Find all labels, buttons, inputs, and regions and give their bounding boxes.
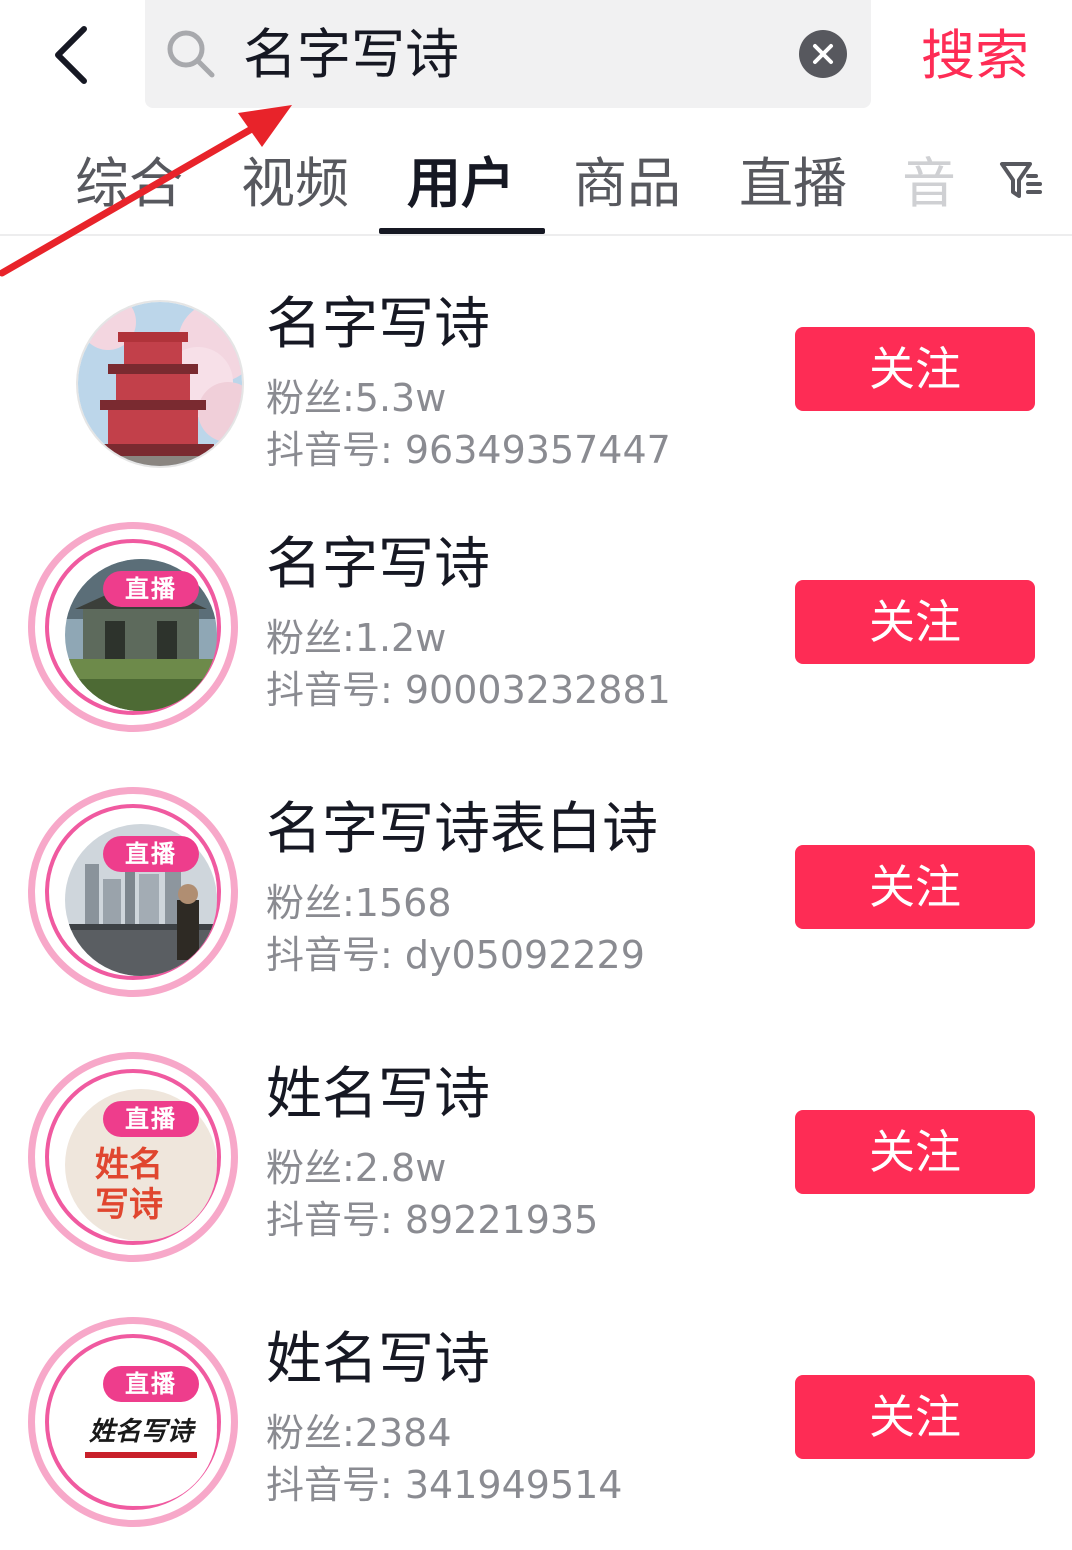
user-fans-count: 粉丝:5.3w bbox=[266, 376, 447, 420]
avatar[interactable]: 姓名 写诗 直播 bbox=[28, 1052, 238, 1262]
user-douyin-id: 抖音号: 341949514 bbox=[266, 1463, 623, 1507]
tabs-divider bbox=[0, 234, 1072, 236]
user-row[interactable]: 姓名写诗 直播 姓名写诗 粉丝:2384 抖音号: 341949514 关注 bbox=[0, 1317, 1072, 1550]
avatar-text: 姓名 bbox=[95, 1145, 163, 1185]
user-fans-count: 粉丝:2.8w bbox=[266, 1146, 447, 1190]
user-douyin-id: 抖音号: 89221935 bbox=[266, 1198, 599, 1242]
tab-music[interactable]: 音 bbox=[898, 144, 960, 224]
live-ring: 直播 bbox=[28, 787, 238, 997]
avatar[interactable]: 姓名写诗 直播 bbox=[28, 1317, 238, 1527]
live-badge: 直播 bbox=[103, 836, 199, 872]
follow-button[interactable]: 关注 bbox=[795, 1375, 1035, 1459]
search-box bbox=[145, 0, 871, 108]
user-row[interactable]: 直播 名字写诗 粉丝:1.2w 抖音号: 90003232881 关注 bbox=[0, 522, 1072, 770]
user-fans-count: 粉丝:1.2w bbox=[266, 616, 447, 660]
user-fans-count: 粉丝:2384 bbox=[266, 1411, 452, 1455]
user-fans-count: 粉丝:1568 bbox=[266, 881, 452, 925]
avatar[interactable]: 直播 bbox=[28, 787, 238, 997]
user-name[interactable]: 姓名写诗 bbox=[266, 1060, 490, 1130]
user-douyin-id: 抖音号: 90003232881 bbox=[266, 668, 671, 712]
clear-search-button[interactable] bbox=[799, 30, 847, 78]
user-name[interactable]: 姓名写诗 bbox=[266, 1325, 490, 1395]
filter-icon[interactable] bbox=[996, 156, 1046, 206]
back-button[interactable] bbox=[40, 20, 104, 90]
user-name[interactable]: 名字写诗表白诗 bbox=[266, 795, 658, 865]
live-badge: 直播 bbox=[103, 1101, 199, 1137]
follow-button[interactable]: 关注 bbox=[795, 327, 1035, 411]
pagoda-avatar-image bbox=[76, 300, 244, 468]
avatar-text: 写诗 bbox=[95, 1185, 163, 1225]
user-row[interactable]: 名字写诗 粉丝:5.3w 抖音号: 96349357447 关注 bbox=[0, 290, 1072, 530]
search-results-page: 搜索 综合 视频 用户 商品 直播 音 bbox=[0, 0, 1072, 1550]
search-submit-button[interactable]: 搜索 bbox=[900, 18, 1050, 94]
follow-button[interactable]: 关注 bbox=[795, 845, 1035, 929]
user-douyin-id: 抖音号: dy05092229 bbox=[266, 933, 645, 977]
tab-user[interactable]: 用户 bbox=[400, 144, 522, 224]
user-row[interactable]: 姓名 写诗 直播 姓名写诗 粉丝:2.8w 抖音号: 89221935 关注 bbox=[0, 1052, 1072, 1300]
follow-button[interactable]: 关注 bbox=[795, 1110, 1035, 1194]
search-icon bbox=[167, 30, 215, 78]
user-douyin-id: 抖音号: 96349357447 bbox=[266, 428, 671, 472]
result-tabs: 综合 视频 用户 商品 直播 音 bbox=[0, 130, 1072, 236]
user-name[interactable]: 名字写诗 bbox=[266, 290, 490, 360]
close-icon bbox=[813, 44, 833, 64]
avatar[interactable]: 直播 bbox=[28, 522, 238, 732]
avatar-text: 姓名写诗 bbox=[88, 1417, 193, 1447]
live-ring: 姓名 写诗 直播 bbox=[28, 1052, 238, 1262]
follow-button[interactable]: 关注 bbox=[795, 580, 1035, 664]
tab-goods[interactable]: 商品 bbox=[568, 144, 686, 224]
tab-video[interactable]: 视频 bbox=[236, 144, 354, 224]
user-name[interactable]: 名字写诗 bbox=[266, 530, 490, 600]
search-input[interactable] bbox=[243, 20, 783, 90]
live-ring: 直播 bbox=[28, 522, 238, 732]
live-badge: 直播 bbox=[103, 571, 199, 607]
live-ring: 姓名写诗 直播 bbox=[28, 1317, 238, 1527]
user-row[interactable]: 直播 名字写诗表白诗 粉丝:1568 抖音号: dy05092229 关注 bbox=[0, 787, 1072, 1035]
tab-live[interactable]: 直播 bbox=[734, 144, 852, 224]
tab-general[interactable]: 综合 bbox=[70, 144, 188, 224]
avatar[interactable] bbox=[28, 300, 244, 510]
chevron-left-icon bbox=[55, 26, 87, 84]
live-badge: 直播 bbox=[103, 1366, 199, 1402]
